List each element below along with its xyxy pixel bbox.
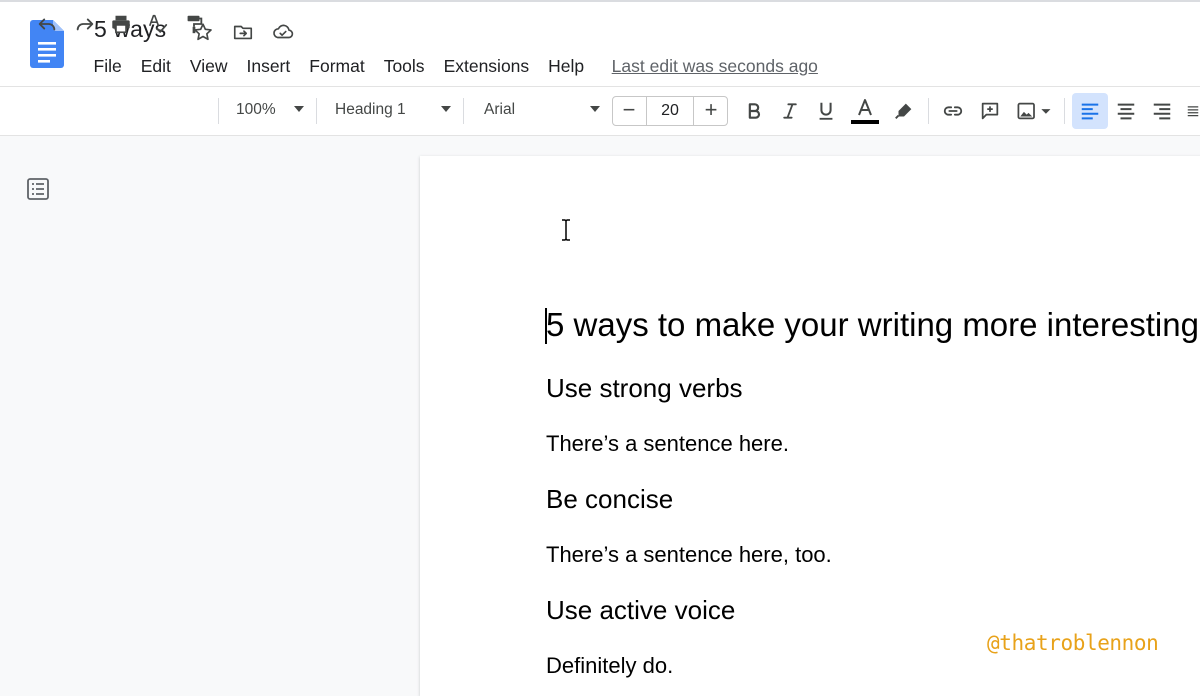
spellcheck-icon[interactable] xyxy=(145,9,171,39)
section-heading[interactable]: Use active voice xyxy=(546,595,735,626)
chevron-down-icon xyxy=(441,106,451,112)
toolbar-divider xyxy=(1064,98,1065,124)
toolbar-divider xyxy=(218,98,219,124)
ibeam-cursor-icon xyxy=(562,219,570,241)
increase-font-size-button[interactable]: + xyxy=(695,97,727,125)
text-color-icon[interactable] xyxy=(850,96,880,126)
document-page[interactable]: 5 ways to make your writing more interes… xyxy=(420,156,1200,696)
section-heading[interactable]: Use strong verbs xyxy=(546,373,743,404)
redo-icon[interactable] xyxy=(72,9,98,39)
menu-view[interactable]: View xyxy=(180,54,237,78)
highlight-color-icon[interactable] xyxy=(892,96,916,126)
align-left-icon[interactable] xyxy=(1078,96,1102,126)
print-icon[interactable] xyxy=(108,9,134,39)
document-outline-icon[interactable] xyxy=(26,177,50,206)
align-right-icon[interactable] xyxy=(1150,96,1174,126)
paint-format-icon[interactable] xyxy=(181,9,207,39)
toolbar-divider xyxy=(928,98,929,124)
menu-extensions[interactable]: Extensions xyxy=(434,54,539,78)
underline-icon[interactable] xyxy=(814,96,838,126)
italic-icon[interactable] xyxy=(778,96,802,126)
section-heading[interactable]: Be concise xyxy=(546,484,673,515)
undo-icon[interactable] xyxy=(34,9,60,39)
align-center-icon[interactable] xyxy=(1114,96,1138,126)
add-comment-icon[interactable] xyxy=(977,96,1003,126)
paragraph-style-dropdown[interactable]: Heading 1 xyxy=(335,95,451,125)
document-heading[interactable]: 5 ways to make your writing more interes… xyxy=(546,306,1199,344)
toolbar-divider xyxy=(463,98,464,124)
menu-bar: File Edit View Insert Format Tools Exten… xyxy=(84,54,818,78)
decrease-font-size-button[interactable]: − xyxy=(613,97,645,125)
menu-tools[interactable]: Tools xyxy=(374,54,434,78)
paragraph-style-value: Heading 1 xyxy=(335,101,406,118)
zoom-value: 100% xyxy=(236,101,276,118)
menu-file[interactable]: File xyxy=(84,54,131,78)
toolbar-divider xyxy=(316,98,317,124)
menu-help[interactable]: Help xyxy=(539,54,594,78)
insert-link-icon[interactable] xyxy=(940,96,966,126)
menu-format[interactable]: Format xyxy=(300,54,374,78)
last-edit-link[interactable]: Last edit was seconds ago xyxy=(612,56,818,77)
bold-icon[interactable] xyxy=(742,96,766,126)
menu-edit[interactable]: Edit xyxy=(131,54,180,78)
section-body[interactable]: There’s a sentence here. xyxy=(546,431,789,457)
font-value: Arial xyxy=(484,101,516,118)
font-size-stepper: − 20 + xyxy=(612,96,728,126)
chevron-down-icon xyxy=(590,106,600,112)
title-bar: 5 ways File Edit View Insert Format Tool… xyxy=(0,0,1200,86)
move-to-folder-icon[interactable] xyxy=(230,19,256,45)
justify-icon[interactable] xyxy=(1186,96,1200,126)
font-dropdown[interactable]: Arial xyxy=(484,95,600,125)
zoom-dropdown[interactable]: 100% xyxy=(236,95,304,125)
font-size-input[interactable]: 20 xyxy=(646,97,694,125)
cloud-saved-icon[interactable] xyxy=(270,19,296,45)
chevron-down-icon xyxy=(294,106,304,112)
menu-insert[interactable]: Insert xyxy=(237,54,300,78)
section-body[interactable]: There’s a sentence here, too. xyxy=(546,542,832,568)
section-body[interactable]: Definitely do. xyxy=(546,653,673,679)
watermark-handle: @thatroblennon xyxy=(987,631,1159,655)
insert-image-icon[interactable] xyxy=(1013,96,1055,126)
